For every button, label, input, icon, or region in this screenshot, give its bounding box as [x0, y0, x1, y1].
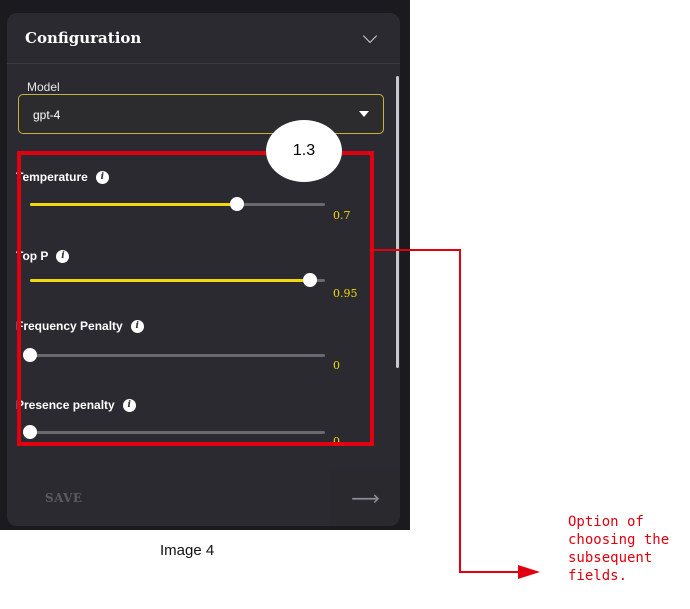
annotation-text: Option of choosing the subsequent fields…	[568, 513, 690, 585]
annotation-line: Option of	[568, 514, 644, 530]
annotation-line: fields.	[568, 568, 628, 584]
arrow-head-icon	[518, 565, 540, 579]
annotation-line: choosing the	[568, 532, 670, 548]
connector-line	[374, 249, 520, 573]
annotation-line: subsequent	[568, 550, 653, 566]
